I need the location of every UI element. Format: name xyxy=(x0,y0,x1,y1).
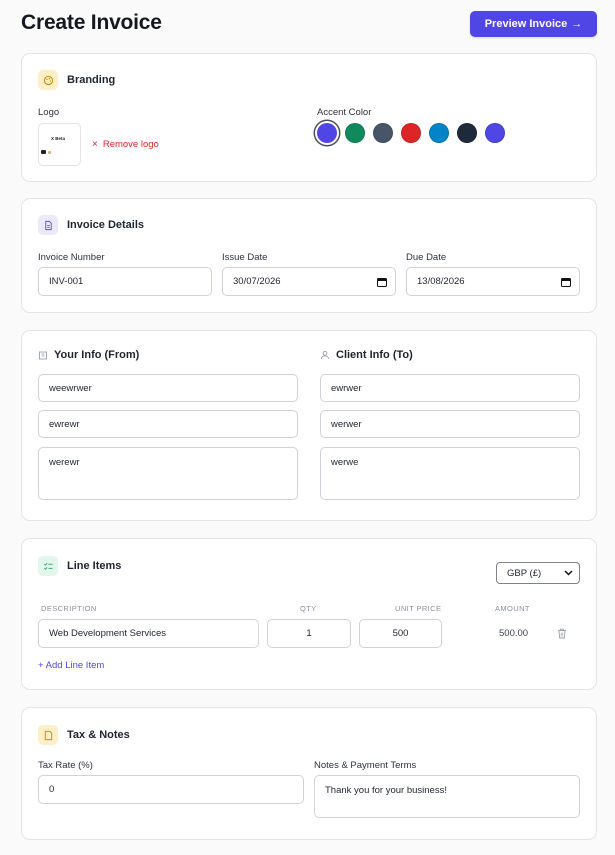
from-header: Your Info (From) xyxy=(38,349,139,361)
notes-label: Notes & Payment Terms xyxy=(314,760,417,771)
add-line-item-button[interactable]: + Add Line Item xyxy=(38,660,104,671)
invoice-number-label: Invoice Number xyxy=(38,252,105,263)
preview-invoice-button[interactable]: Preview Invoice → xyxy=(470,11,597,37)
col-amount-header: AMOUNT xyxy=(495,604,530,613)
to-email-input[interactable]: werwer xyxy=(320,410,580,438)
list-check-icon xyxy=(38,556,58,576)
issue-date-value: 30/07/2026 xyxy=(233,276,281,287)
col-qty-header: QTY xyxy=(300,604,317,613)
close-icon: × xyxy=(92,139,98,150)
item-qty-input[interactable]: 1 xyxy=(267,619,351,648)
accent-color-swatch[interactable] xyxy=(429,123,449,143)
line-items-header: Line Items xyxy=(38,556,121,576)
arrow-right-icon: → xyxy=(571,18,583,30)
tax-rate-input[interactable]: 0 xyxy=(38,775,304,804)
trash-icon[interactable] xyxy=(557,628,567,639)
due-date-input[interactable]: 13/08/2026 xyxy=(406,267,580,296)
accent-color-swatch[interactable] xyxy=(401,123,421,143)
invoice-number-input[interactable]: INV-001 xyxy=(38,267,212,296)
chevron-down-icon xyxy=(564,570,573,576)
invoice-details-title: Invoice Details xyxy=(67,219,145,231)
from-address-input[interactable]: werewr xyxy=(38,447,298,500)
item-description-input[interactable]: Web Development Services xyxy=(38,619,259,648)
building-icon xyxy=(39,351,47,360)
item-amount: 500.00 xyxy=(499,628,529,639)
calendar-icon[interactable] xyxy=(377,277,387,287)
invoice-details-card: Invoice Details Invoice Number INV-001 I… xyxy=(21,198,597,313)
notes-input[interactable]: Thank you for your business! xyxy=(314,775,580,818)
branding-card: Branding Logo X Beta × Remove logo Accen… xyxy=(21,53,597,182)
col-description-header: DESCRIPTION xyxy=(41,604,97,613)
to-name-input[interactable]: ewrwer xyxy=(320,374,580,402)
palette-icon xyxy=(38,70,58,90)
currency-select[interactable]: GBP (£) xyxy=(496,562,580,584)
branding-header: Branding xyxy=(38,70,115,90)
tax-notes-header: Tax & Notes xyxy=(38,725,130,745)
to-address-input[interactable]: werwe xyxy=(320,447,580,500)
from-title: Your Info (From) xyxy=(54,349,140,361)
from-email-input[interactable]: ewrewr xyxy=(38,410,298,438)
accent-color-swatch[interactable] xyxy=(345,123,365,143)
logo-mark xyxy=(41,150,46,154)
accent-color-swatch[interactable] xyxy=(373,123,393,143)
line-items-card: Line Items GBP (£) DESCRIPTION QTY UNIT … xyxy=(21,538,597,690)
col-unit-price-header: UNIT PRICE xyxy=(395,604,442,613)
logo-mark-accent xyxy=(48,151,51,154)
document-icon xyxy=(38,215,58,235)
calendar-icon[interactable] xyxy=(561,277,571,287)
currency-value: GBP (£) xyxy=(507,567,542,579)
note-icon xyxy=(38,725,58,745)
accent-color-label: Accent Color xyxy=(317,107,372,118)
remove-logo-label: Remove logo xyxy=(102,139,159,150)
issue-date-label: Issue Date xyxy=(222,252,268,263)
to-title: Client Info (To) xyxy=(336,349,413,361)
logo-label: Logo xyxy=(38,107,60,118)
remove-logo-button[interactable]: × Remove logo xyxy=(92,139,159,150)
invoice-details-header: Invoice Details xyxy=(38,215,144,235)
due-date-label: Due Date xyxy=(406,252,447,263)
user-icon xyxy=(321,350,329,360)
accent-color-swatch[interactable] xyxy=(457,123,477,143)
tax-notes-title: Tax & Notes xyxy=(67,729,130,741)
preview-invoice-label: Preview Invoice xyxy=(484,18,568,30)
due-date-value: 13/08/2026 xyxy=(417,276,465,287)
issue-date-input[interactable]: 30/07/2026 xyxy=(222,267,396,296)
item-unit-price-input[interactable]: 500 xyxy=(359,619,442,648)
line-items-title: Line Items xyxy=(67,560,122,572)
parties-card: Your Info (From) Client Info (To) weewrw… xyxy=(21,330,597,521)
to-header: Client Info (To) xyxy=(320,349,413,361)
accent-color-swatch[interactable] xyxy=(485,123,505,143)
accent-color-swatch[interactable] xyxy=(317,123,337,143)
branding-title: Branding xyxy=(67,74,116,86)
tax-notes-card: Tax & Notes Tax Rate (%) 0 Notes & Payme… xyxy=(21,707,597,840)
from-name-input[interactable]: weewrwer xyxy=(38,374,298,402)
page-title: Create Invoice xyxy=(21,11,162,34)
logo-preview[interactable]: X Beta xyxy=(38,123,81,166)
tax-rate-label: Tax Rate (%) xyxy=(38,760,93,771)
logo-text: X Beta xyxy=(51,136,66,141)
